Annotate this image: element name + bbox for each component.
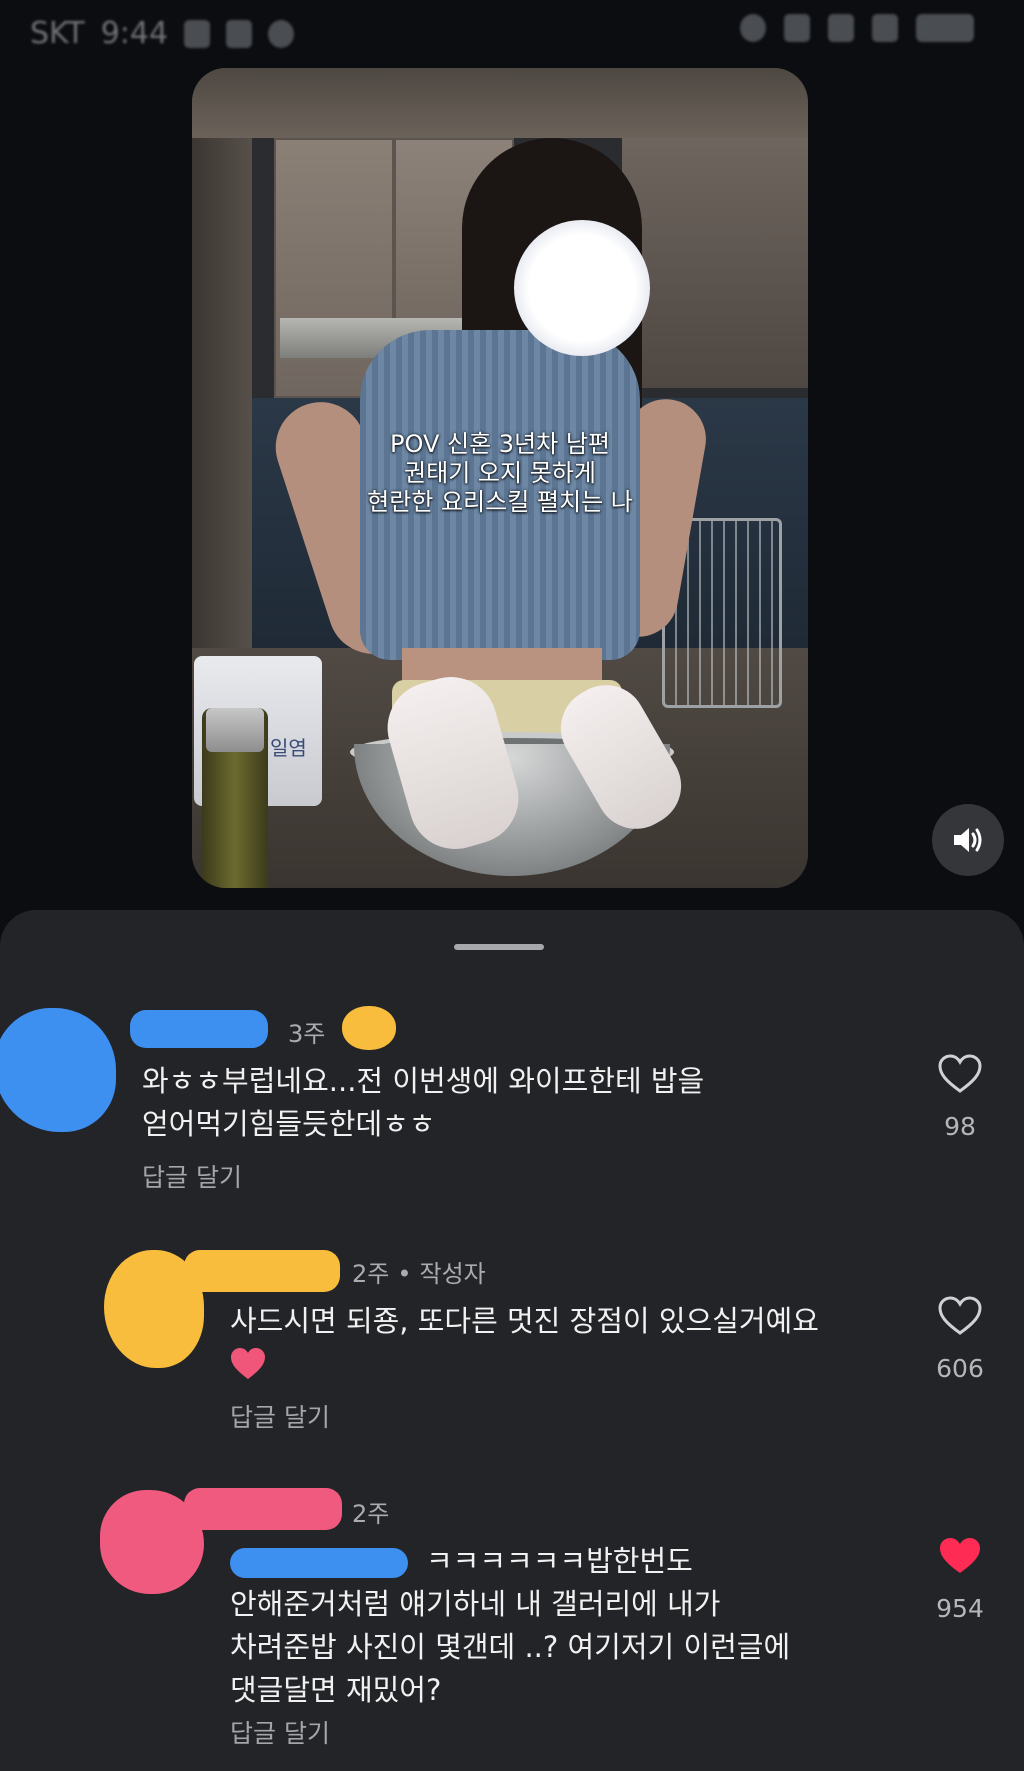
video-salt-bag-label: 일염	[270, 736, 307, 760]
like-count: 954	[936, 1594, 984, 1623]
badge-redacted	[342, 1006, 396, 1050]
like-count: 606	[936, 1354, 984, 1383]
like-count: 98	[944, 1112, 976, 1141]
comment-text-line: ㅋㅋㅋㅋㅋㅋ밥한번도	[426, 1544, 693, 1578]
comment-meta: 3주	[288, 1014, 325, 1049]
mute-icon	[784, 14, 810, 42]
notification-icon	[184, 19, 211, 48]
status-right	[740, 14, 974, 42]
reply-button[interactable]: 답글 달기	[142, 1158, 242, 1194]
status-bar: SKT 9:44	[0, 0, 1024, 64]
username-redacted[interactable]	[184, 1488, 342, 1530]
app-icon	[226, 19, 253, 48]
reply-button[interactable]: 답글 달기	[230, 1714, 330, 1750]
comment-time: 3주	[288, 1020, 326, 1048]
status-left: SKT 9:44	[30, 16, 295, 51]
heart-filled-icon[interactable]	[938, 1536, 982, 1576]
speaker-icon	[954, 828, 982, 852]
video-caption: POV 신혼 3년차 남편 권태기 오지 못하게 현란한 요리스킬 펼치는 나	[192, 430, 808, 517]
pink-heart-emoji-icon	[231, 1348, 265, 1379]
author-tag: 작성자	[419, 1260, 486, 1288]
signal-icon	[872, 14, 898, 42]
video-cabinet	[622, 138, 808, 388]
comment-time: 2주	[352, 1500, 390, 1528]
sheet-drag-handle[interactable]	[454, 944, 544, 950]
sound-toggle-button[interactable]	[932, 804, 1004, 876]
comment-text-line: 사드시면 되죵, 또다른 멋진 장점이 있으실거예요	[230, 1304, 819, 1338]
screen: SKT 9:44 일염 POV 신혼 3년차 남편 권태기 오지 못하게 현란한…	[0, 0, 1024, 1771]
video-ceiling	[192, 68, 808, 138]
face-blur	[514, 220, 650, 356]
network-icon	[828, 14, 854, 42]
comment-text-line: 얻어먹기힘들듯한데ㅎㅎ	[142, 1107, 436, 1141]
clock: 9:44	[100, 16, 169, 51]
comment-text-line: 와ㅎㅎ부럽네요...전 이번생에 와이프한테 밥을	[142, 1064, 705, 1098]
heart-outline-icon[interactable]	[938, 1054, 982, 1094]
video-bottle-cap	[206, 708, 264, 752]
video-player[interactable]: 일염 POV 신혼 3년차 남편 권태기 오지 못하게 현란한 요리스킬 펼치는…	[192, 68, 808, 888]
caption-line: 권태기 오지 못하게	[404, 459, 596, 487]
caption-line: 현란한 요리스킬 펼치는 나	[367, 488, 633, 516]
battery-icon	[916, 14, 974, 42]
comment-text-line: 차려준밥 사진이 몇갠데 ..? 여기저기 이런글에	[230, 1630, 791, 1664]
comment-text: ㅋㅋㅋㅋㅋㅋ밥한번도 안해준거처럼 얘기하네 내 갤러리에 내가 차려준밥 사진…	[230, 1540, 790, 1712]
username-redacted[interactable]	[130, 1010, 268, 1048]
message-icon	[268, 19, 295, 48]
avatar-redacted[interactable]	[0, 1008, 116, 1132]
comment-text-line: 댓글달면 재밌어?	[230, 1673, 442, 1707]
dnd-icon	[740, 14, 766, 42]
username-redacted[interactable]	[184, 1250, 340, 1292]
carrier-label: SKT	[30, 16, 85, 51]
meta-separator: •	[397, 1260, 412, 1288]
comment-text: 사드시면 되죵, 또다른 멋진 장점이 있으실거예요	[230, 1300, 819, 1393]
comment-time: 2주	[352, 1260, 390, 1288]
comments-sheet[interactable]: 3주 와ㅎㅎ부럽네요...전 이번생에 와이프한테 밥을 얻어먹기힘들듯한데ㅎㅎ…	[0, 910, 1024, 1771]
comment-text: 와ㅎㅎ부럽네요...전 이번생에 와이프한테 밥을 얻어먹기힘들듯한데ㅎㅎ	[142, 1060, 704, 1146]
heart-outline-icon[interactable]	[938, 1296, 982, 1336]
comment-meta: 2주	[352, 1494, 389, 1529]
caption-line: POV 신혼 3년차 남편	[390, 430, 610, 458]
comment-text-line: 안해준거처럼 얘기하네 내 갤러리에 내가	[230, 1587, 721, 1621]
reply-button[interactable]: 답글 달기	[230, 1398, 330, 1434]
comment-meta: 2주 • 작성자	[352, 1254, 486, 1289]
